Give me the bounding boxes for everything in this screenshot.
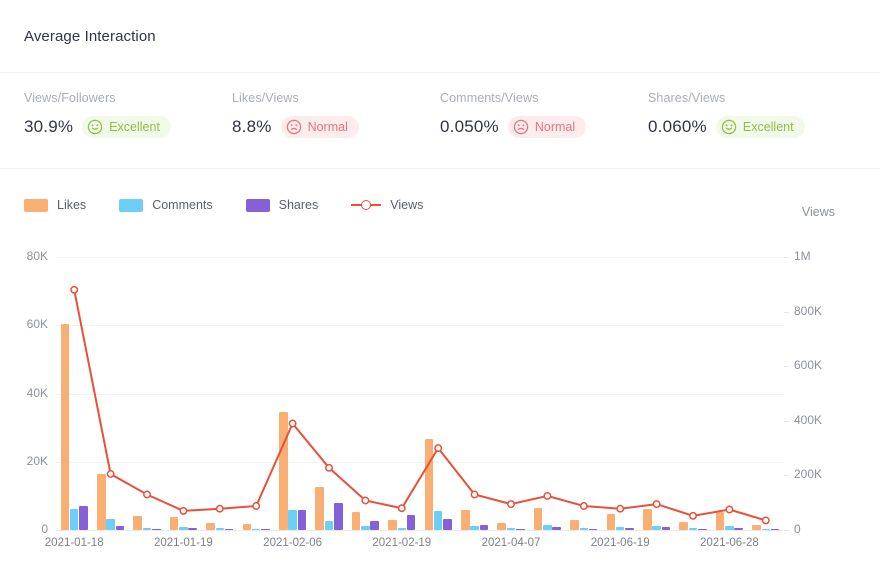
views-data-point <box>144 491 150 497</box>
views-data-point <box>653 501 659 507</box>
x-axis-tick-label: 2021-01-18 <box>45 537 104 549</box>
x-axis-labels: 2021-01-18 2021-01-19 2021-02-06 2021-02-19… <box>0 537 880 557</box>
x-axis-tick-label: 2021-01-19 <box>154 537 213 549</box>
metrics-row: Views/Followers 30.9% Excellent Likes/Views… <box>0 73 880 169</box>
views-data-point <box>180 508 186 514</box>
smiley-happy-icon <box>87 119 103 135</box>
legend-item-likes[interactable]: Likes <box>24 198 86 212</box>
smiley-sad-icon <box>513 119 529 135</box>
legend-item-shares[interactable]: Shares <box>246 198 319 212</box>
smiley-happy-icon <box>721 119 737 135</box>
metric-value: 0.060% <box>648 117 707 137</box>
views-data-point <box>581 503 587 509</box>
legend-label: Comments <box>152 198 212 212</box>
x-axis-tick-label: 2021-02-19 <box>372 537 431 549</box>
smiley-sad-icon <box>286 119 302 135</box>
views-line-series <box>0 240 880 540</box>
status-badge: Excellent <box>716 116 805 138</box>
views-data-point <box>107 471 113 477</box>
views-data-point <box>71 287 77 293</box>
views-line-path <box>74 290 766 521</box>
chart-legend: Likes Comments Shares Views <box>24 198 456 212</box>
page-title: Average Interaction <box>24 28 156 45</box>
chart-plot-area: 020K40K60K80K 0200K400K600K800K1M 2021-0… <box>0 240 880 579</box>
metric-likes-views: Likes/Views 8.8% Normal <box>232 91 440 168</box>
views-data-point <box>508 501 514 507</box>
views-data-point <box>544 493 550 499</box>
x-axis-line <box>56 530 784 531</box>
metric-value: 0.050% <box>440 117 499 137</box>
views-data-point <box>399 505 405 511</box>
metric-value: 8.8% <box>232 117 272 137</box>
right-axis-title: Views <box>802 205 835 219</box>
views-data-point <box>690 513 696 519</box>
views-data-point <box>253 503 259 509</box>
card-header: Average Interaction <box>0 0 880 73</box>
legend-line-icon <box>351 199 381 211</box>
status-label: Excellent <box>109 120 160 134</box>
metric-shares-views: Shares/Views 0.060% Excellent <box>648 91 856 168</box>
legend-item-comments[interactable]: Comments <box>119 198 212 212</box>
status-badge: Normal <box>508 116 586 138</box>
legend-swatch-icon <box>24 199 48 212</box>
legend-label: Shares <box>279 198 319 212</box>
status-badge: Normal <box>281 116 359 138</box>
metric-label: Comments/Views <box>440 91 648 105</box>
views-data-point <box>217 506 223 512</box>
views-data-point <box>471 491 477 497</box>
views-data-point <box>435 445 441 451</box>
metric-label: Likes/Views <box>232 91 440 105</box>
metric-views-followers: Views/Followers 30.9% Excellent <box>24 91 232 168</box>
x-axis-tick-label: 2021-06-28 <box>700 537 759 549</box>
views-data-point <box>726 506 732 512</box>
views-data-point <box>617 506 623 512</box>
legend-label: Likes <box>57 198 86 212</box>
x-axis-tick-label: 2021-04-07 <box>482 537 541 549</box>
status-label: Normal <box>535 120 575 134</box>
legend-swatch-icon <box>246 199 270 212</box>
metric-comments-views: Comments/Views 0.050% Normal <box>440 91 648 168</box>
views-data-point <box>763 517 769 523</box>
x-axis-tick-label: 2021-02-06 <box>263 537 322 549</box>
metric-label: Views/Followers <box>24 91 232 105</box>
views-data-point <box>289 420 295 426</box>
views-data-point <box>362 497 368 503</box>
metric-value: 30.9% <box>24 117 73 137</box>
legend-swatch-icon <box>119 199 143 212</box>
metric-label: Shares/Views <box>648 91 856 105</box>
average-interaction-card: Average Interaction Views/Followers 30.9%… <box>0 0 880 579</box>
status-badge: Excellent <box>82 116 171 138</box>
status-label: Excellent <box>743 120 794 134</box>
legend-label: Views <box>390 198 423 212</box>
status-label: Normal <box>308 120 348 134</box>
views-data-point <box>326 465 332 471</box>
legend-item-views[interactable]: Views <box>351 198 423 212</box>
x-axis-tick-label: 2021-06-19 <box>591 537 650 549</box>
